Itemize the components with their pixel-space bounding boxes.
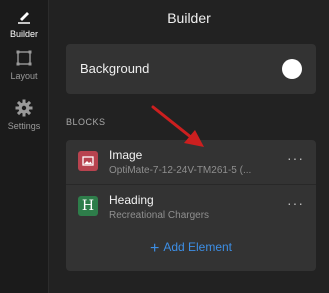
rail-item-label: Builder — [9, 29, 38, 39]
left-rail: Builder Layout Settings — [0, 0, 49, 293]
rail-item-builder[interactable]: Builder — [0, 6, 48, 39]
plus-icon: + — [149, 240, 160, 257]
block-subtitle: Recreational Chargers — [109, 210, 210, 221]
pencil-icon — [18, 12, 30, 24]
rail-item-label: Layout — [10, 71, 38, 81]
image-icon — [78, 151, 98, 171]
add-element-label: Add Element — [163, 240, 233, 254]
background-label: Background — [80, 61, 150, 76]
block-subtitle: OptiMate-7-12-24V-TM261-5 (... — [109, 165, 252, 176]
background-card: Background — [66, 44, 316, 94]
add-element-button[interactable]: + Add Element — [66, 240, 316, 258]
rail-item-label: Settings — [7, 121, 41, 131]
layout-icon — [16, 50, 32, 66]
block-item-heading[interactable]: H Heading Recreational Chargers ··· — [66, 184, 316, 228]
annotation-arrow — [151, 105, 204, 147]
blocks-section-label: BLOCKS — [66, 117, 106, 127]
rail-item-settings[interactable]: Settings — [0, 98, 48, 131]
background-toggle[interactable] — [282, 59, 302, 79]
gear-icon — [15, 99, 33, 117]
more-options-button[interactable]: ··· — [287, 150, 304, 166]
more-options-button[interactable]: ··· — [287, 195, 304, 211]
rail-item-layout[interactable]: Layout — [0, 48, 48, 81]
heading-icon: H — [78, 196, 98, 216]
block-name: Image — [109, 148, 143, 162]
blocks-list: Image OptiMate-7-12-24V-TM261-5 (... ···… — [66, 140, 316, 271]
block-name: Heading — [109, 193, 154, 207]
page-title: Builder — [167, 10, 211, 26]
